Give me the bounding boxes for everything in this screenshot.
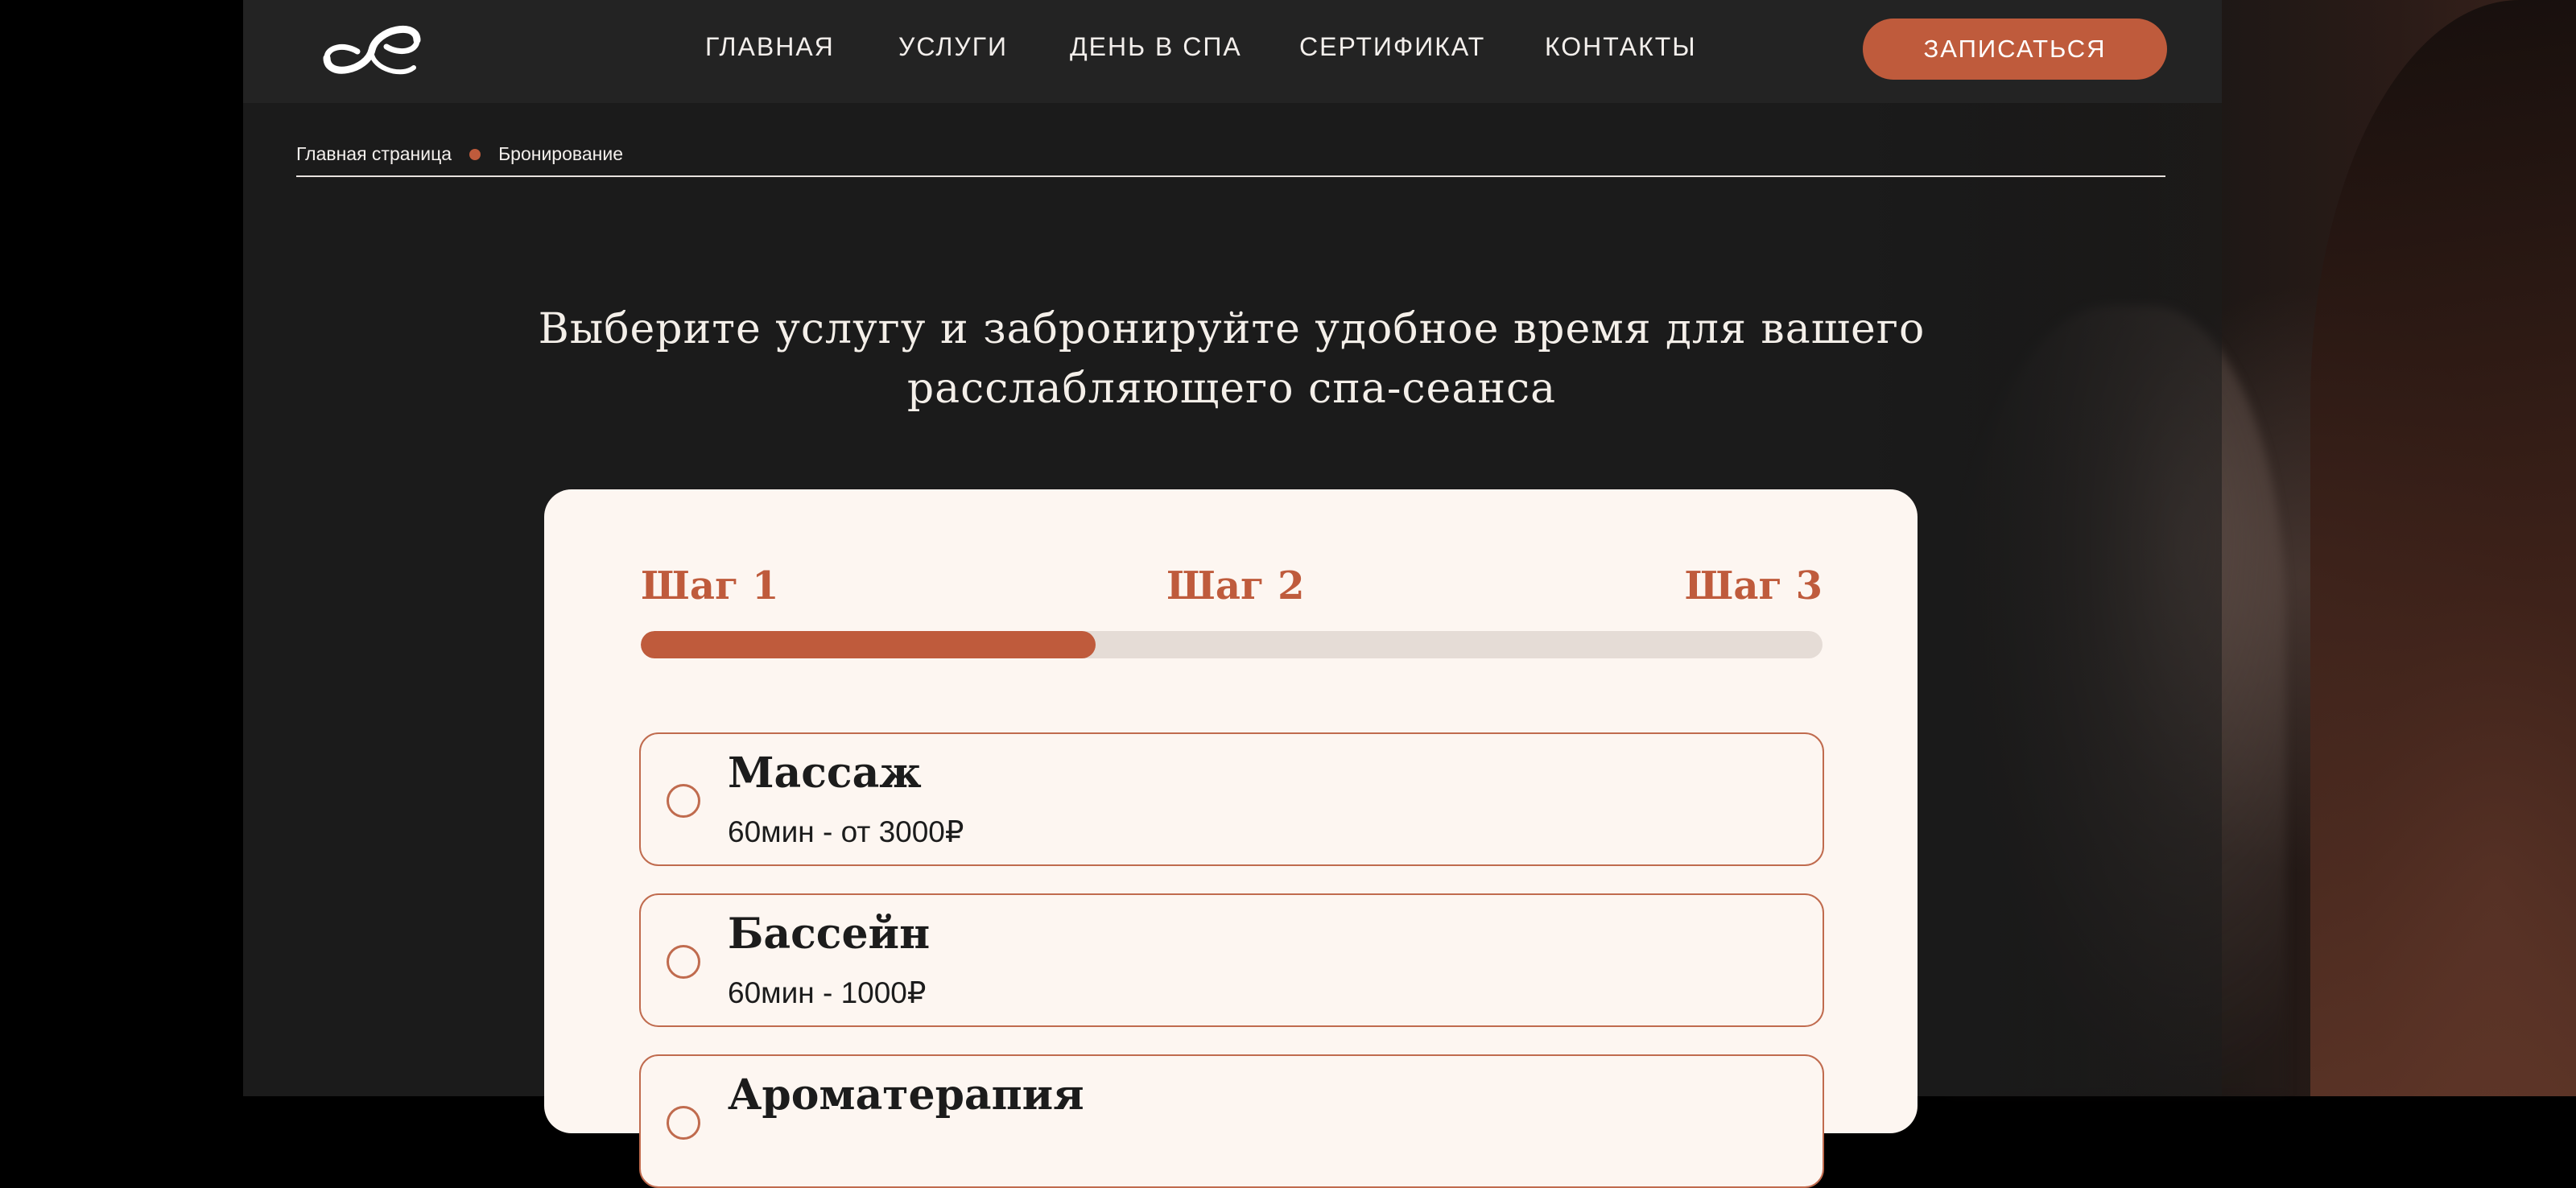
radio-icon[interactable] <box>667 784 700 818</box>
service-option-aromatherapy[interactable]: Ароматерапия <box>639 1054 1824 1188</box>
service-option-title: Бассейн <box>728 910 931 959</box>
step-1-label[interactable]: Шаг 1 <box>641 563 779 608</box>
page-title: Выберите услугу и забронируйте удобное в… <box>538 305 1926 413</box>
service-option-title: Массаж <box>728 749 922 798</box>
site-header: ГЛАВНАЯ УСЛУГИ ДЕНЬ В СПА СЕРТИФИКАТ КОН… <box>243 0 2222 103</box>
nav-item-services[interactable]: УСЛУГИ <box>898 32 1008 62</box>
step-3-label[interactable]: Шаг 3 <box>1685 563 1823 608</box>
step-progress-bar <box>641 631 1823 658</box>
booking-card: Шаг 1 Шаг 2 Шаг 3 Массаж 60мин - от 3000… <box>544 489 1918 1188</box>
breadcrumb-home-link[interactable]: Главная страница <box>296 143 452 165</box>
nav-item-home[interactable]: ГЛАВНАЯ <box>705 32 835 62</box>
step-2-label[interactable]: Шаг 2 <box>1166 563 1305 608</box>
nav-item-contacts[interactable]: КОНТАКТЫ <box>1545 32 1697 62</box>
service-option-details: 60мин - от 3000₽ <box>728 815 964 848</box>
service-option-pool[interactable]: Бассейн 60мин - 1000₽ <box>639 893 1824 1027</box>
dot-icon <box>469 149 481 160</box>
book-now-button[interactable]: ЗАПИСАТЬСЯ <box>1863 19 2167 80</box>
step-progress-fill <box>641 631 1096 658</box>
breadcrumb: Главная страница Бронирование <box>296 143 2165 177</box>
nav-item-certificate[interactable]: СЕРТИФИКАТ <box>1299 32 1485 62</box>
service-option-details: 60мин - 1000₽ <box>728 976 927 1009</box>
radio-icon[interactable] <box>667 1106 700 1140</box>
nav-item-spa-day[interactable]: ДЕНЬ В СПА <box>1070 32 1242 62</box>
service-option-massage[interactable]: Массаж 60мин - от 3000₽ <box>639 732 1824 866</box>
service-option-title: Ароматерапия <box>728 1070 1084 1120</box>
radio-icon[interactable] <box>667 945 700 979</box>
breadcrumb-current: Бронирование <box>498 143 623 164</box>
background-photo-hair <box>2310 0 2576 1096</box>
